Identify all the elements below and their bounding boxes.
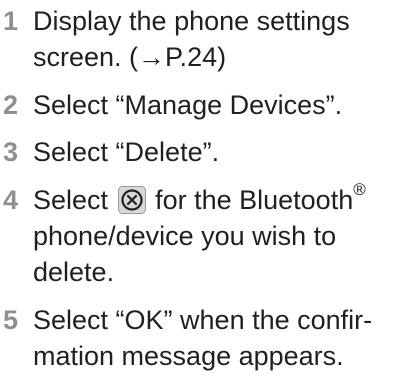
step-number: 3 — [3, 137, 19, 167]
step-number: 4 — [3, 185, 19, 215]
step-number: 2 — [3, 90, 19, 120]
step-text-line: phone/device you wish to — [33, 221, 337, 251]
step-number: 1 — [3, 6, 19, 36]
step-text-line: mation message appears. — [33, 341, 344, 371]
step-number: 5 — [3, 305, 19, 335]
delete-circle-x-icon — [117, 186, 146, 214]
step-text-line: Select “Delete”. — [33, 137, 220, 167]
step-text-line: delete. — [33, 257, 115, 287]
step-text: for the Bluetooth — [155, 185, 354, 215]
step-text-line: Display the phone settings — [33, 6, 350, 36]
step-text-line: Select for the Bluetooth® — [33, 180, 366, 218]
step-text-line: screen. (→P.24) — [33, 42, 227, 72]
registered-mark: ® — [353, 180, 366, 199]
step-text: Select — [33, 185, 109, 215]
step-text-line: Select “Manage Devices”. — [33, 90, 343, 120]
step-text-line: Select “OK” when the confir- — [33, 305, 373, 335]
